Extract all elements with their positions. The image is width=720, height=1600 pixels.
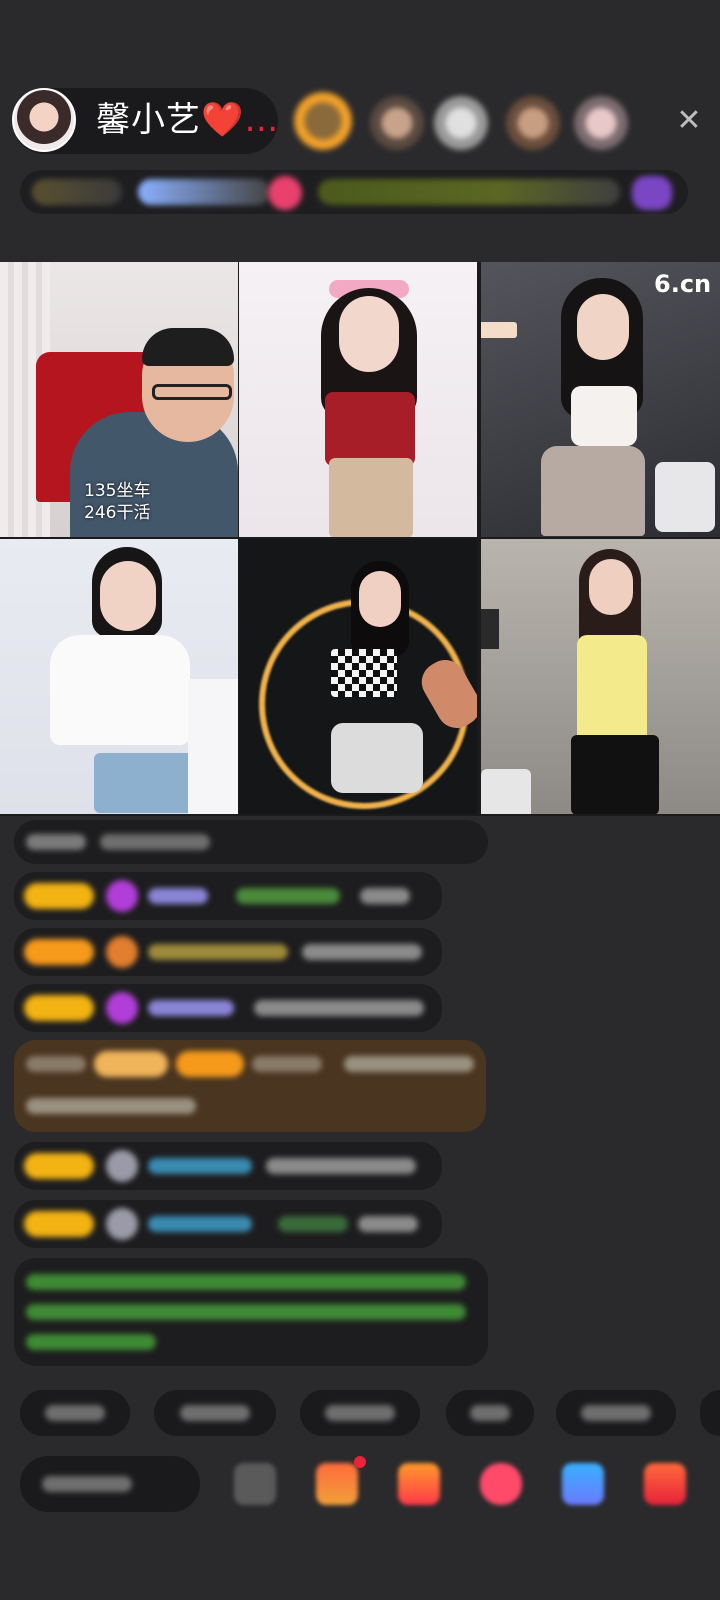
- fans-chip: [138, 179, 270, 205]
- quick-reply-chip[interactable]: [154, 1390, 276, 1436]
- chat-message-highlight[interactable]: [14, 1040, 486, 1132]
- heart-icon[interactable]: [480, 1463, 522, 1505]
- host-avatar[interactable]: [12, 88, 76, 152]
- viewer-avatar[interactable]: [574, 96, 628, 150]
- quick-reply-chip[interactable]: [446, 1390, 534, 1436]
- viewer-avatar[interactable]: [370, 96, 424, 150]
- rank-icon[interactable]: [268, 176, 302, 210]
- quick-reply-chip[interactable]: [300, 1390, 420, 1436]
- share-icon[interactable]: [562, 1463, 604, 1505]
- chat-icon[interactable]: [234, 1463, 276, 1505]
- system-notice: [14, 1258, 488, 1366]
- box-icon[interactable]: [316, 1463, 358, 1505]
- level-chip: [32, 179, 122, 205]
- announcement-chip: [318, 179, 620, 205]
- viewer-avatar[interactable]: [506, 96, 560, 150]
- activity-icon[interactable]: [632, 176, 672, 210]
- video-tile[interactable]: [239, 539, 477, 814]
- chat-message[interactable]: [14, 928, 442, 976]
- site-watermark: 6.cn: [654, 270, 712, 298]
- quick-reply-chip[interactable]: [556, 1390, 676, 1436]
- more-icon[interactable]: [644, 1463, 686, 1505]
- chat-message[interactable]: [14, 872, 442, 920]
- chat-message[interactable]: [14, 1200, 442, 1248]
- gift-icon[interactable]: [398, 1463, 440, 1505]
- chat-message[interactable]: [14, 984, 442, 1032]
- viewer-avatar[interactable]: [434, 96, 488, 150]
- viewer-avatar[interactable]: [294, 92, 352, 150]
- close-icon[interactable]: ✕: [672, 104, 706, 138]
- chat-message[interactable]: [14, 820, 488, 864]
- quick-reply-chip[interactable]: [700, 1390, 720, 1436]
- host-tile-label: 135坐车 246干活: [84, 481, 151, 523]
- chat-message[interactable]: [14, 1142, 442, 1190]
- video-tile[interactable]: [239, 262, 477, 537]
- video-tile[interactable]: [0, 539, 238, 814]
- host-name: 馨小艺❤️…: [96, 100, 280, 140]
- video-tile[interactable]: [481, 539, 720, 814]
- video-grid: [0, 262, 720, 816]
- video-tile[interactable]: [481, 262, 720, 537]
- notification-dot: [354, 1456, 366, 1468]
- comment-input[interactable]: [20, 1456, 200, 1512]
- host-name-suffix: ❤️…: [201, 100, 280, 140]
- quick-reply-chip[interactable]: [20, 1390, 130, 1436]
